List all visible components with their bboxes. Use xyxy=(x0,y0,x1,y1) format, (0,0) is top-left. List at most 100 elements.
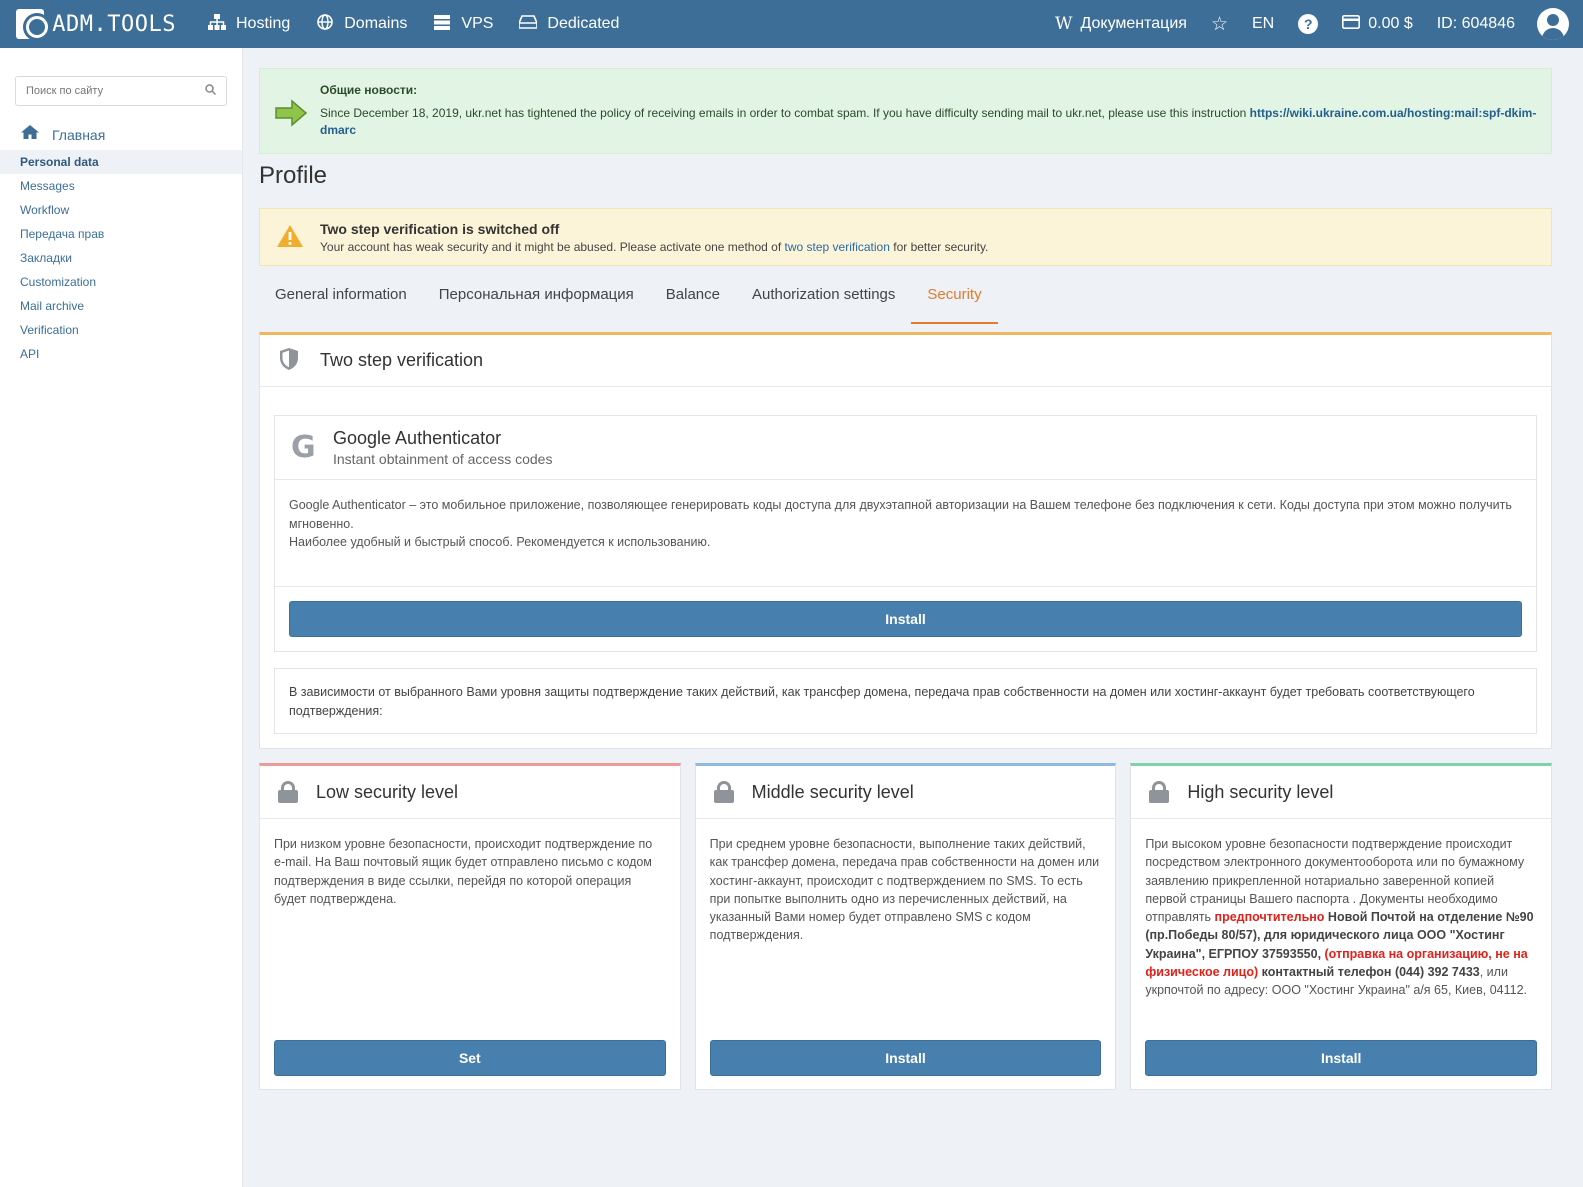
two-step-header: Two step verification xyxy=(260,335,1551,387)
main-content: Общие новости: Since December 18, 2019, … xyxy=(259,48,1553,1090)
news-text: Since December 18, 2019, ukr.net has tig… xyxy=(320,105,1537,139)
tab-personal-information[interactable]: Персональная информация xyxy=(423,278,650,324)
low-security-header: Low security level xyxy=(260,766,680,819)
help-button[interactable]: ? xyxy=(1298,14,1319,34)
user-avatar[interactable] xyxy=(1537,8,1569,40)
sitemap-icon xyxy=(208,13,226,35)
security-warning: Two step verification is switched off Yo… xyxy=(259,208,1552,266)
search-icon[interactable] xyxy=(205,84,217,98)
balance-value: 0.00 $ xyxy=(1368,15,1413,32)
two-step-title: Two step verification xyxy=(320,350,484,370)
warning-text-before: Your account has weak security and it mi… xyxy=(320,239,785,254)
google-authenticator-card: G Google Authenticator Instant obtainmen… xyxy=(274,415,1537,652)
top-navbar: ADM.TOOLS Hosting Domains VPS Dedicated xyxy=(0,0,1583,48)
warning-title: Two step verification is switched off xyxy=(320,220,560,237)
lock-icon xyxy=(278,781,298,803)
bookmark-button[interactable]: ☆ xyxy=(1211,13,1228,36)
language-label: EN xyxy=(1252,15,1275,32)
high-red-1: предпочтительно xyxy=(1214,910,1325,925)
lock-icon xyxy=(713,781,734,803)
arrow-right-icon xyxy=(274,99,308,153)
high-security-title: High security level xyxy=(1187,781,1334,802)
low-security-title: Low security level xyxy=(316,781,459,802)
sidebar-item-messages[interactable]: Messages xyxy=(0,174,242,198)
shield-icon xyxy=(278,347,300,374)
sidebar-item-api[interactable]: API xyxy=(0,342,242,366)
middle-security-header: Middle security level xyxy=(695,766,1116,819)
security-dependency-note: В зависимости от выбранного Вами уровня … xyxy=(274,668,1537,734)
sidebar-item-rights-transfer[interactable]: Передача прав xyxy=(0,222,242,246)
language-switcher[interactable]: EN xyxy=(1252,15,1274,33)
sidebar-home-label: Главная xyxy=(52,126,106,143)
server-icon xyxy=(433,14,451,35)
account-id[interactable]: ID: 604846 xyxy=(1437,15,1515,33)
google-authenticator-description: Google Authenticator – это мобильное при… xyxy=(275,480,1536,587)
low-security-footer: Set xyxy=(274,1040,666,1076)
home-icon xyxy=(20,124,40,145)
docs-link[interactable]: W Документация xyxy=(1055,14,1187,34)
nav-dedicated[interactable]: Dedicated xyxy=(518,14,620,34)
google-authenticator-footer: Install xyxy=(275,587,1536,651)
lock-icon xyxy=(1149,781,1170,803)
nav-domains[interactable]: Domains xyxy=(316,13,408,35)
high-security-header: High security level xyxy=(1131,766,1552,819)
sidebar-item-workflow[interactable]: Workflow xyxy=(0,198,242,222)
news-text-body: Since December 18, 2019, ukr.net has tig… xyxy=(320,106,1250,120)
logo-icon xyxy=(16,9,49,39)
globe-icon xyxy=(316,13,334,35)
nav-vps[interactable]: VPS xyxy=(433,14,493,35)
tab-balance[interactable]: Balance xyxy=(650,278,736,324)
tab-general-information[interactable]: General information xyxy=(259,278,423,324)
set-low-security-button[interactable]: Set xyxy=(274,1040,666,1076)
news-title: Общие новости: xyxy=(320,83,418,97)
sidebar-item-customization[interactable]: Customization xyxy=(0,270,242,294)
low-security-card: Low security level При низком уровне без… xyxy=(259,763,681,1090)
logo[interactable]: ADM.TOOLS xyxy=(16,9,176,39)
wikipedia-icon: W xyxy=(1055,14,1073,34)
ga-desc-paragraph-1: Google Authenticator – это мобильное при… xyxy=(289,498,1512,531)
tab-authorization-settings[interactable]: Authorization settings xyxy=(736,278,911,324)
nav-dedicated-label: Dedicated xyxy=(547,15,620,32)
sidebar-item-mail-archive[interactable]: Mail archive xyxy=(0,294,242,318)
middle-security-card: Middle security level При среднем уровне… xyxy=(694,763,1117,1090)
install-middle-security-button[interactable]: Install xyxy=(709,1040,1102,1076)
nav-hosting[interactable]: Hosting xyxy=(208,13,290,35)
high-security-footer: Install xyxy=(1145,1040,1538,1076)
sidebar-item-verification[interactable]: Verification xyxy=(0,318,242,342)
sidebar-menu: Personal data Messages Workflow Передача… xyxy=(0,150,242,366)
warning-icon xyxy=(276,224,304,251)
hdd-icon xyxy=(518,14,539,34)
news-content: Общие новости: Since December 18, 2019, … xyxy=(320,83,1537,153)
high-security-description: При высоком уровне безопасности подтверж… xyxy=(1131,819,1551,1000)
google-authenticator-subtitle: Instant obtainment of access codes xyxy=(333,451,553,467)
sidebar: Главная Personal data Messages Workflow … xyxy=(0,48,243,1187)
credit-card-icon xyxy=(1342,14,1361,34)
logo-text: ADM.TOOLS xyxy=(52,11,176,37)
account-id-label: ID: 604846 xyxy=(1436,15,1515,32)
low-security-description: При низком уровне безопасности, происход… xyxy=(274,837,653,906)
google-authenticator-heading: Google Authenticator Instant obtainment … xyxy=(333,428,552,467)
ga-desc-paragraph-2: Наиболее удобный и быстрый способ. Реком… xyxy=(289,535,711,549)
docs-label: Документация xyxy=(1080,15,1187,32)
warning-content: Two step verification is switched off Yo… xyxy=(320,221,988,254)
top-right-menu: W Документация ☆ EN ? 0.00 $ ID: 604846 xyxy=(1031,8,1583,40)
tab-security[interactable]: Security xyxy=(911,278,998,324)
sidebar-item-bookmarks[interactable]: Закладки xyxy=(0,246,242,270)
nav-domains-label: Domains xyxy=(344,15,408,32)
security-levels: Low security level При низком уровне без… xyxy=(259,763,1553,1090)
warning-text-after: for better security. xyxy=(889,239,989,254)
two-step-link[interactable]: two step verification xyxy=(785,240,890,254)
sidebar-home[interactable]: Главная xyxy=(20,124,105,145)
google-authenticator-header: G Google Authenticator Instant obtainmen… xyxy=(275,416,1536,480)
google-authenticator-title: Google Authenticator xyxy=(333,428,502,448)
install-google-authenticator-button[interactable]: Install xyxy=(289,601,1522,637)
news-banner: Общие новости: Since December 18, 2019, … xyxy=(259,68,1552,154)
search-input[interactable] xyxy=(26,85,196,97)
balance-link[interactable]: 0.00 $ xyxy=(1342,14,1413,34)
warning-text: Your account has weak security and it mi… xyxy=(320,240,988,254)
middle-security-title: Middle security level xyxy=(751,781,914,802)
sidebar-item-personal-data[interactable]: Personal data xyxy=(0,150,242,174)
star-icon: ☆ xyxy=(1210,13,1228,35)
install-high-security-button[interactable]: Install xyxy=(1145,1040,1538,1076)
main-nav: Hosting Domains VPS Dedicated xyxy=(208,13,645,35)
